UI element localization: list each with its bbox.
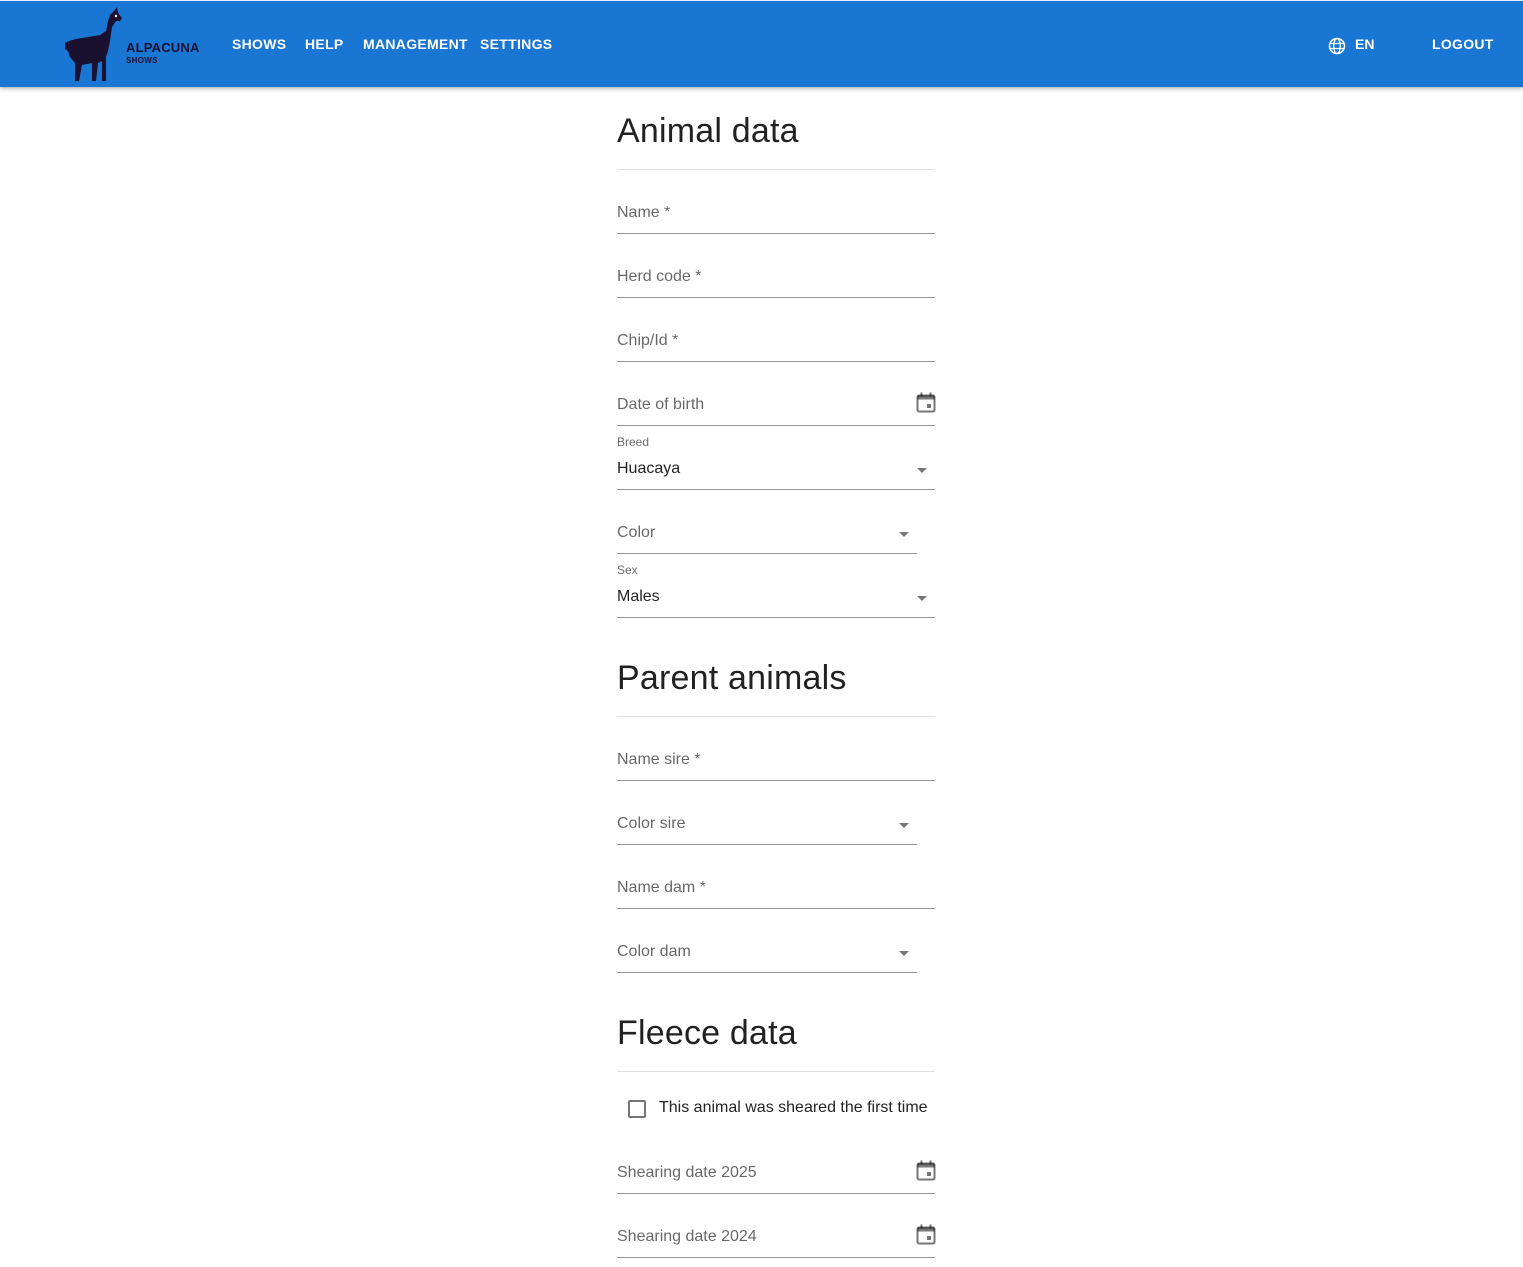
date-of-birth-field[interactable]: Date of birth	[617, 390, 936, 426]
nav-management[interactable]: MANAGEMENT	[363, 35, 468, 53]
shearing-date-2025-label: Shearing date 2025	[617, 1164, 757, 1181]
sex-label: Sex	[617, 563, 638, 577]
name-underline	[617, 233, 935, 234]
shearing-date-2024-field[interactable]: Shearing date 2024	[617, 1222, 936, 1258]
parent-animals-divider	[617, 716, 935, 717]
arrow-drop-down-icon	[917, 596, 927, 601]
nav-help[interactable]: HELP	[305, 35, 344, 53]
color-underline	[617, 553, 917, 554]
name-dam-field[interactable]: Name dam *	[617, 873, 935, 909]
color-label: Color	[617, 524, 656, 541]
name-field[interactable]: Name *	[617, 198, 935, 234]
shearing-date-2024-label: Shearing date 2024	[617, 1228, 757, 1245]
color-sire-label: Color sire	[617, 815, 686, 832]
herd-code-underline	[617, 297, 935, 298]
arrow-drop-down-icon	[899, 823, 909, 828]
date-of-birth-label: Date of birth	[617, 396, 705, 413]
color-select[interactable]: Color	[617, 518, 917, 554]
color-dam-select[interactable]: Color dam	[617, 937, 917, 973]
breed-underline	[617, 489, 935, 490]
language-label: EN	[1355, 36, 1375, 52]
breed-label: Breed	[617, 435, 650, 449]
name-sire-underline	[617, 780, 935, 781]
color-dam-underline	[617, 972, 917, 973]
chip-id-field[interactable]: Chip/Id *	[617, 326, 935, 362]
sex-value: Males	[617, 588, 660, 605]
calendar-icon[interactable]	[916, 1160, 936, 1182]
alpacuna-logo[interactable]: ALPACUNA SHOWS	[62, 7, 212, 83]
chip-id-underline	[617, 361, 935, 362]
alpaca-logo-icon	[65, 7, 122, 81]
name-label: Name *	[617, 204, 671, 221]
nav-shows[interactable]: SHOWS	[232, 35, 286, 53]
logo-subtitle: SHOWS	[126, 56, 158, 65]
parent-animals-title: Parent animals	[617, 659, 847, 697]
color-dam-label: Color dam	[617, 943, 691, 960]
sex-select[interactable]: Sex Males	[617, 563, 935, 618]
nav-settings[interactable]: SETTINGS	[480, 35, 552, 53]
breed-select[interactable]: Breed Huacaya	[617, 435, 935, 490]
name-sire-label: Name sire *	[617, 751, 701, 768]
arrow-drop-down-icon	[917, 468, 927, 473]
animal-data-title: Animal data	[617, 112, 799, 150]
sex-underline	[617, 617, 935, 618]
shearing-date-2025-underline	[617, 1193, 935, 1194]
shearing-date-2025-field[interactable]: Shearing date 2025	[617, 1158, 936, 1194]
calendar-icon[interactable]	[916, 1224, 936, 1246]
color-sire-underline	[617, 844, 917, 845]
fleece-data-divider	[617, 1071, 935, 1072]
shearing-date-2024-underline	[617, 1257, 935, 1258]
herd-code-label: Herd code *	[617, 268, 702, 285]
app-bar: ALPACUNA SHOWS SHOWS HELP MANAGEMENT SET…	[0, 0, 1523, 87]
breed-value: Huacaya	[617, 460, 681, 477]
chip-id-label: Chip/Id *	[617, 332, 679, 349]
logout-button[interactable]: LOGOUT	[1432, 35, 1494, 53]
first-shearing-checkbox[interactable]	[628, 1100, 646, 1118]
name-dam-underline	[617, 908, 935, 909]
name-dam-label: Name dam *	[617, 879, 706, 896]
name-sire-field[interactable]: Name sire *	[617, 745, 935, 781]
herd-code-field[interactable]: Herd code *	[617, 262, 935, 298]
globe-icon	[1328, 37, 1346, 55]
arrow-drop-down-icon	[899, 532, 909, 537]
first-shearing-checkbox-row[interactable]: This animal was sheared the first time	[628, 1098, 948, 1120]
arrow-drop-down-icon	[899, 951, 909, 956]
calendar-icon[interactable]	[916, 392, 936, 414]
date-of-birth-underline	[617, 425, 935, 426]
first-shearing-label: This animal was sheared the first time	[659, 1099, 928, 1116]
animal-data-divider	[617, 169, 935, 170]
logo-title: ALPACUNA	[126, 40, 200, 55]
color-sire-select[interactable]: Color sire	[617, 809, 917, 845]
fleece-data-title: Fleece data	[617, 1014, 797, 1052]
